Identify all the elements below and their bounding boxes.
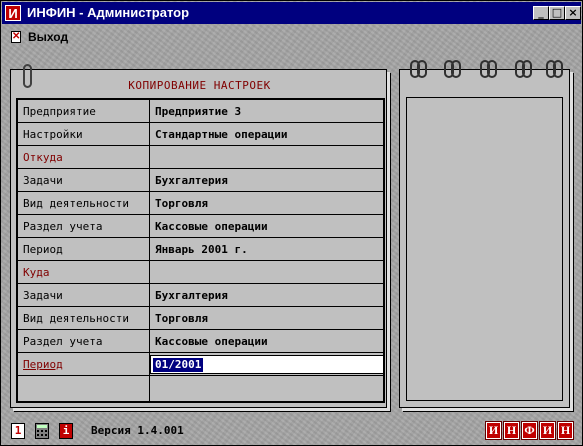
- exit-label: Выход: [28, 30, 69, 44]
- period-input[interactable]: 01/2001: [150, 355, 384, 374]
- binder-ring-icon: [522, 60, 532, 78]
- table-row[interactable]: Задачи Бухгалтерия: [18, 169, 383, 192]
- section-row-target: Куда: [18, 261, 383, 284]
- row-label: Настройки: [23, 128, 83, 141]
- period-link[interactable]: Период: [23, 358, 148, 371]
- table-row-period-target[interactable]: Период 01/2001: [18, 353, 384, 376]
- binder-ring-icon: [487, 60, 497, 78]
- row-label: Задачи: [23, 289, 63, 302]
- infin-logo-letter: Н: [503, 421, 520, 440]
- infin-logo-letter: И: [485, 421, 502, 440]
- row-label: Раздел учета: [23, 335, 103, 348]
- period-value-selected[interactable]: 01/2001: [153, 358, 204, 372]
- table-row-empty: [18, 376, 383, 404]
- section-label: Куда: [23, 266, 50, 279]
- table-row[interactable]: Задачи Бухгалтерия: [18, 284, 383, 307]
- row-value: Стандартные операции: [155, 128, 288, 141]
- page-one-icon[interactable]: 1: [11, 423, 25, 439]
- table-row[interactable]: Период Январь 2001 г.: [18, 238, 383, 261]
- infin-logo-letter: Ф: [521, 421, 538, 440]
- title-bar[interactable]: И ИНФИН - Администратор _ □ ×: [2, 2, 581, 24]
- row-value: Январь 2001 г.: [155, 243, 248, 256]
- section-row-source: Откуда: [18, 146, 383, 169]
- app-logo-icon[interactable]: И: [5, 5, 21, 21]
- exit-icon: ✕: [11, 31, 21, 43]
- row-label: Вид деятельности: [23, 312, 129, 325]
- row-label: Предприятие: [23, 105, 96, 118]
- row-label: Задачи: [23, 174, 63, 187]
- notes-area: [406, 97, 563, 401]
- table-row[interactable]: Раздел учета Кассовые операции: [18, 330, 383, 353]
- binder-ring-icon: [417, 60, 427, 78]
- table-row[interactable]: Раздел учета Кассовые операции: [18, 215, 383, 238]
- minimize-button[interactable]: _: [533, 6, 549, 20]
- row-label: Период: [23, 243, 63, 256]
- row-value: Бухгалтерия: [155, 289, 228, 302]
- table-row[interactable]: Вид деятельности Торговля: [18, 307, 383, 330]
- table-row[interactable]: Предприятие Предприятие 3: [18, 100, 383, 123]
- row-value: Торговля: [155, 197, 208, 210]
- window-title: ИНФИН - Администратор: [27, 5, 190, 20]
- infin-logo-letter: Н: [557, 421, 574, 440]
- row-label: Вид деятельности: [23, 197, 129, 210]
- info-icon[interactable]: i: [59, 423, 73, 439]
- settings-grid: Предприятие Предприятие 3 Настройки Стан…: [16, 98, 385, 403]
- row-value: Кассовые операции: [155, 335, 268, 348]
- app-window: И ИНФИН - Администратор _ □ × ✕ Выход КО…: [0, 0, 583, 446]
- version-label: Версия 1.4.001: [91, 424, 184, 437]
- maximize-button[interactable]: □: [549, 6, 565, 20]
- calculator-icon[interactable]: [35, 423, 49, 439]
- row-value: Предприятие 3: [155, 105, 242, 118]
- row-label: Раздел учета: [23, 220, 103, 233]
- table-row[interactable]: Настройки Стандартные операции: [18, 123, 383, 146]
- panel-title: КОПИРОВАНИЕ НАСТРОЕК: [128, 79, 271, 92]
- row-value: Кассовые операции: [155, 220, 268, 233]
- row-value: Бухгалтерия: [155, 174, 228, 187]
- section-label: Откуда: [23, 151, 63, 164]
- binder-ring-icon: [553, 60, 563, 78]
- notes-panel: [399, 60, 570, 408]
- copy-settings-panel: КОПИРОВАНИЕ НАСТРОЕК Предприятие Предпри…: [10, 64, 387, 408]
- infin-logo-letter: И: [539, 421, 556, 440]
- binder-ring-icon: [451, 60, 461, 78]
- table-row[interactable]: Вид деятельности Торговля: [18, 192, 383, 215]
- row-value: Торговля: [155, 312, 208, 325]
- close-button[interactable]: ×: [565, 6, 581, 20]
